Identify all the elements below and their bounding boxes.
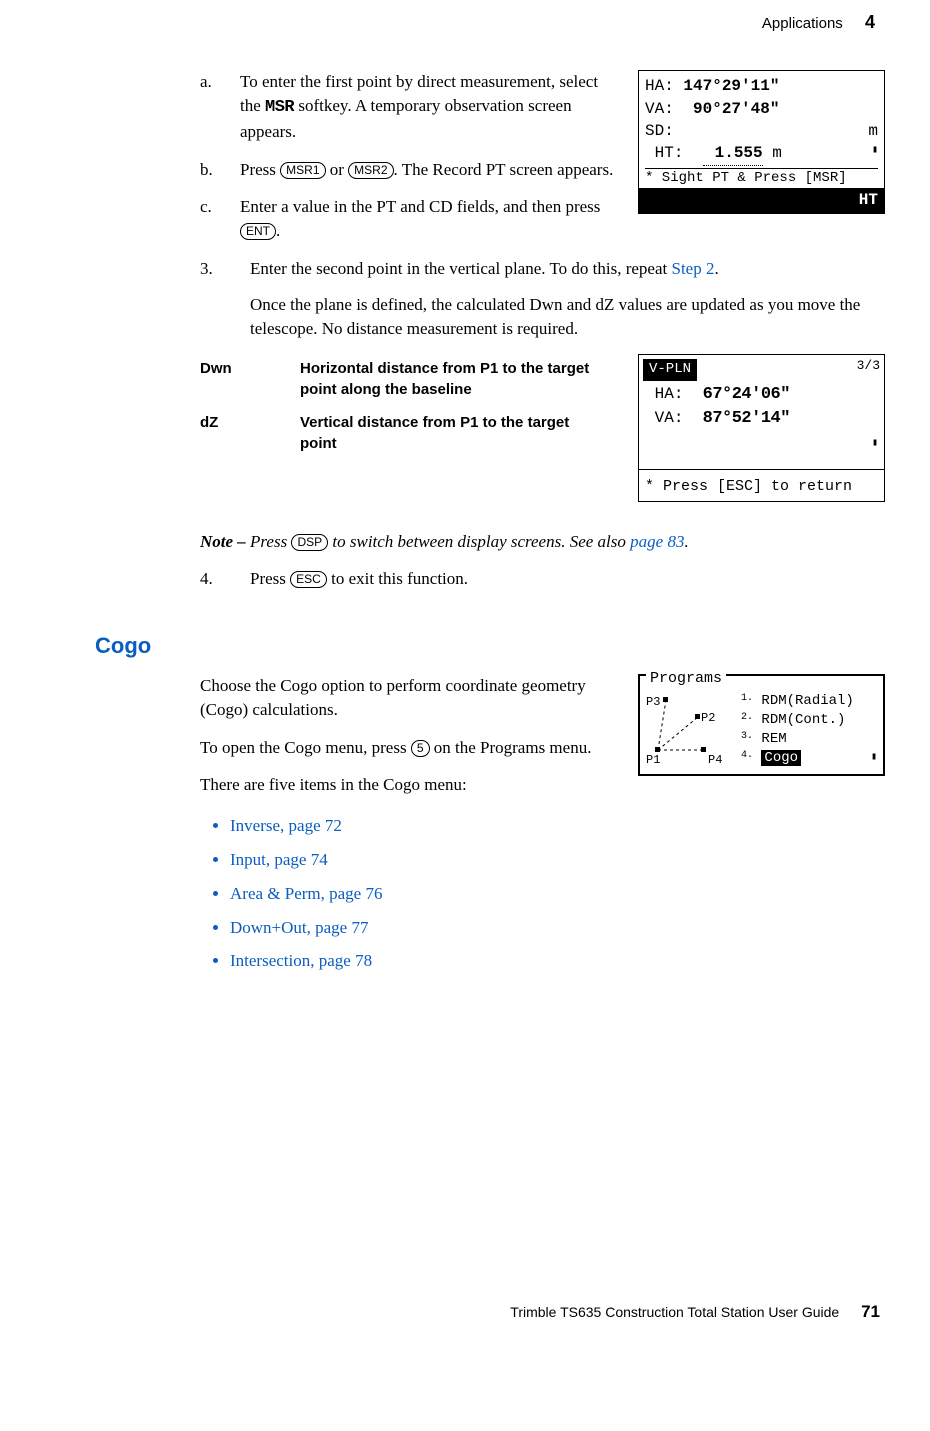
s2-ha-val: 67°24'06" bbox=[703, 385, 790, 404]
cogo-item-inverse[interactable]: Inverse, page 72 bbox=[230, 814, 885, 838]
page83-link[interactable]: page 83 bbox=[630, 532, 684, 551]
header-section: Applications bbox=[762, 15, 843, 32]
cogo-p2-pre: To open the Cogo menu, press bbox=[200, 738, 411, 757]
substep-b: b. Press MSR1 or MSR2. The Record PT scr… bbox=[200, 158, 623, 182]
s3-title: Programs bbox=[646, 670, 726, 687]
note-lead: Note – bbox=[200, 532, 250, 551]
s1-ha-val: 147°29'11" bbox=[683, 77, 779, 95]
def-dz-term: dZ bbox=[200, 408, 300, 462]
s3-m3n: 3. bbox=[741, 731, 753, 742]
substep-c: c. Enter a value in the PT and CD fields… bbox=[200, 195, 623, 243]
cogo-item-input[interactable]: Input, page 74 bbox=[230, 848, 885, 872]
lcd-screenshot-vpln: V-PLN 3/3 HA: 67°24'06" VA: 87°52'14" ▮ *… bbox=[638, 354, 885, 501]
s3-menu: 1. RDM(Radial) 2. RDM(Cont.) 3. REM 4. C… bbox=[741, 692, 877, 768]
s1-va-label: VA: bbox=[645, 100, 674, 118]
s1-softkey: HT bbox=[859, 191, 878, 209]
footer-page: 71 bbox=[861, 1302, 880, 1321]
substep-c-post: . bbox=[276, 221, 280, 240]
step3-num: 3. bbox=[200, 257, 250, 340]
substep-c-pre: Enter a value in the PT and CD fields, a… bbox=[240, 197, 600, 216]
page-footer: Trimble TS635 Construction Total Station… bbox=[0, 1300, 930, 1344]
s2-page-indicator: 3/3 bbox=[857, 357, 880, 375]
battery-icon: ▮ bbox=[871, 751, 877, 765]
step2-link[interactable]: Step 2 bbox=[671, 259, 714, 278]
step3-after: . bbox=[714, 259, 718, 278]
s2-ha-label: HA: bbox=[655, 385, 684, 403]
note: Note – Press DSP to switch between displ… bbox=[200, 530, 885, 554]
note-mid: to switch between display screens. See a… bbox=[328, 532, 630, 551]
keycap-msr2: MSR2 bbox=[348, 162, 393, 179]
substep-b-post: . The Record PT screen appears. bbox=[394, 160, 614, 179]
keycap-ent: ENT bbox=[240, 223, 276, 240]
footer-title: Trimble TS635 Construction Total Station… bbox=[510, 1304, 839, 1320]
s1-ha-label: HA: bbox=[645, 77, 674, 95]
s3-m2n: 2. bbox=[741, 712, 753, 723]
note-pre: Press bbox=[250, 532, 291, 551]
step4-pre: Press bbox=[250, 569, 290, 588]
s3-m3: REM bbox=[761, 731, 786, 747]
substep-a-letter: a. bbox=[200, 70, 240, 143]
s3-p2: P2 bbox=[701, 710, 715, 727]
step3-line: Enter the second point in the vertical p… bbox=[250, 259, 671, 278]
msr-softkey-name: MSR bbox=[265, 98, 294, 117]
battery-icon: ▮ bbox=[872, 437, 878, 451]
s2-tab: V-PLN bbox=[643, 359, 697, 381]
s2-foot: * Press [ESC] to return bbox=[639, 469, 884, 501]
note-end: . bbox=[684, 532, 688, 551]
s3-p4: P4 bbox=[708, 752, 722, 769]
s1-ht-unit: m bbox=[772, 144, 782, 162]
keycap-dsp: DSP bbox=[291, 534, 328, 551]
definition-table: Dwn Horizontal distance from P1 to the t… bbox=[200, 354, 590, 462]
cogo-item-intersection[interactable]: Intersection, page 78 bbox=[230, 949, 885, 973]
s3-p1: P1 bbox=[646, 752, 660, 769]
s3-m2: RDM(Cont.) bbox=[761, 712, 845, 728]
cogo-heading: Cogo bbox=[95, 631, 885, 662]
s1-ht-label: HT: bbox=[655, 144, 684, 162]
substep-b-pre: Press bbox=[240, 160, 280, 179]
lcd-screenshot-msr: HA: 147°29'11" VA: 90°27'48" SD: m HT: 1.… bbox=[638, 70, 885, 214]
s1-hint: * Sight PT & Press [MSR] bbox=[645, 169, 878, 189]
step-3: 3. Enter the second point in the vertica… bbox=[200, 257, 885, 340]
substep-b-letter: b. bbox=[200, 158, 240, 182]
substep-a: a. To enter the first point by direct me… bbox=[200, 70, 623, 143]
cogo-p2-post: on the Programs menu. bbox=[430, 738, 592, 757]
step4-num: 4. bbox=[200, 567, 250, 591]
s2-va-label: VA: bbox=[655, 409, 684, 427]
battery-icon: ▮ bbox=[872, 144, 878, 158]
def-dwn-term: Dwn bbox=[200, 354, 300, 408]
cogo-p3: There are five items in the Cogo menu: bbox=[200, 773, 885, 797]
def-dwn-desc: Horizontal distance from P1 to the targe… bbox=[300, 354, 590, 408]
lcd-screenshot-programs: Programs P3 P2 bbox=[638, 674, 885, 776]
s1-softkey-bar: HT bbox=[639, 188, 884, 212]
substep-b-mid: or bbox=[326, 160, 349, 179]
keycap-msr1: MSR1 bbox=[280, 162, 325, 179]
s3-m4-selected: Cogo bbox=[761, 750, 801, 766]
s3-m4n: 4. bbox=[741, 750, 753, 761]
s1-ht-val: 1.555 bbox=[703, 142, 763, 165]
substep-c-letter: c. bbox=[200, 195, 240, 243]
cogo-menu-list: Inverse, page 72 Input, page 74 Area & P… bbox=[230, 814, 885, 973]
s1-sd-label: SD: bbox=[645, 122, 674, 140]
cogo-item-down-out[interactable]: Down+Out, page 77 bbox=[230, 916, 885, 940]
s3-diagram: P3 P2 P1 P4 bbox=[646, 692, 741, 762]
s3-p3: P3 bbox=[646, 694, 660, 711]
cogo-item-area-perm[interactable]: Area & Perm, page 76 bbox=[230, 882, 885, 906]
s1-va-val: 90°27'48" bbox=[693, 100, 779, 118]
header-chapter: 4 bbox=[865, 12, 875, 32]
step3-para: Once the plane is defined, the calculate… bbox=[250, 293, 885, 341]
step4-post: to exit this function. bbox=[327, 569, 468, 588]
s1-sd-unit: m bbox=[868, 120, 878, 142]
keycap-5: 5 bbox=[411, 740, 430, 757]
s2-va-val: 87°52'14" bbox=[703, 409, 790, 428]
page-header: Applications 4 bbox=[95, 0, 885, 35]
s3-m1n: 1. bbox=[741, 693, 753, 704]
keycap-esc: ESC bbox=[290, 571, 327, 588]
def-dz-desc: Vertical distance from P1 to the target … bbox=[300, 408, 590, 462]
s3-m1: RDM(Radial) bbox=[761, 693, 853, 709]
step-4: 4. Press ESC to exit this function. bbox=[200, 567, 885, 591]
